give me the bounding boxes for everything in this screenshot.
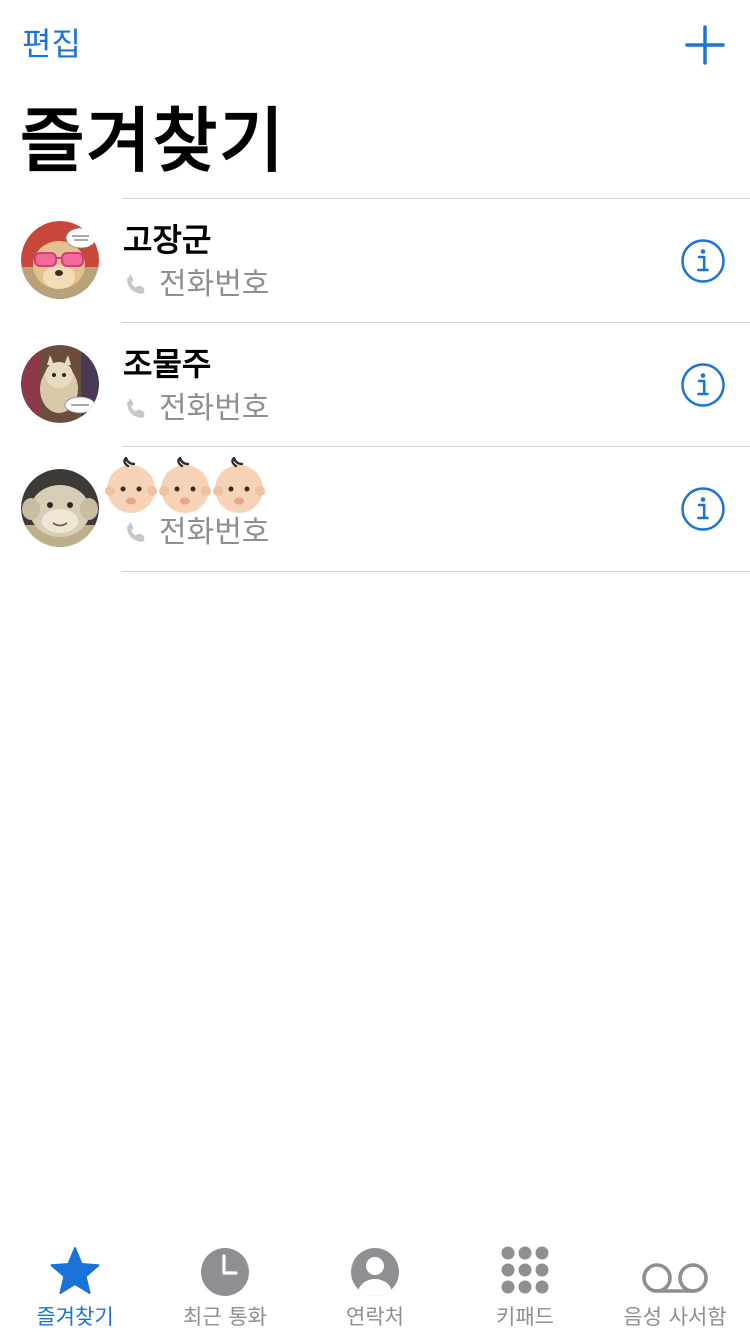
- person-circle-icon: [351, 1248, 399, 1296]
- favorite-row[interactable]: 조물주 전화번호: [0, 323, 750, 447]
- contact-name: 고장군: [123, 221, 212, 259]
- contact-subtitle-label: 전화번호: [159, 267, 270, 302]
- contact-subtitle-label: 전화번호: [159, 515, 270, 550]
- tab-recents[interactable]: 최근 통화: [150, 1236, 300, 1334]
- phone-icon: [127, 398, 145, 418]
- list-divider: [122, 571, 750, 572]
- avatar: [21, 345, 99, 423]
- contact-subtitle: 전화번호: [123, 265, 269, 305]
- contact-subtitle: 전화번호: [123, 389, 269, 429]
- phone-icon: [127, 274, 145, 294]
- keypad-icon: [501, 1246, 549, 1294]
- contact-subtitle: 전화번호: [123, 513, 269, 553]
- clock-icon: [201, 1248, 249, 1296]
- favorite-row[interactable]: 전화번호: [0, 447, 750, 571]
- avatar: [21, 469, 99, 547]
- tab-contacts[interactable]: 연락처: [300, 1236, 450, 1334]
- contact-subtitle-label: 전화번호: [159, 391, 270, 426]
- tab-favorites[interactable]: 즐겨찾기: [0, 1236, 150, 1334]
- avatar: [21, 221, 99, 299]
- contact-name: [104, 457, 266, 517]
- info-icon: [681, 487, 725, 531]
- tab-label: 즐겨찾기: [36, 1305, 114, 1329]
- page-title: 즐겨찾기: [20, 100, 286, 182]
- phone-icon: [127, 522, 145, 542]
- tab-keypad[interactable]: 키패드: [450, 1236, 600, 1334]
- plus-icon: [685, 25, 725, 65]
- favorites-screen: 편집 즐겨찾기 고장군 전화번호 조물주 전화번호 전화번호 즐겨찾기 최근 통…: [0, 0, 750, 1334]
- tab-voicemail[interactable]: 음성 사서함: [600, 1236, 750, 1334]
- tab-label: 연락처: [346, 1305, 404, 1329]
- star-icon: [50, 1247, 100, 1294]
- contact-name: 조물주: [123, 345, 212, 383]
- tab-label: 키패드: [496, 1305, 554, 1329]
- favorite-row[interactable]: 고장군 전화번호: [0, 199, 750, 323]
- tab-label: 최근 통화: [183, 1305, 267, 1329]
- voicemail-icon: [642, 1263, 708, 1293]
- add-favorite-button[interactable]: [680, 20, 730, 70]
- info-button[interactable]: [680, 362, 726, 408]
- edit-button[interactable]: 편집: [22, 22, 81, 66]
- baby-emoji-icon: [105, 457, 265, 513]
- tab-label: 음성 사서함: [623, 1305, 727, 1329]
- info-button[interactable]: [680, 486, 726, 532]
- tab-bar: 즐겨찾기 최근 통화 연락처 키패드 음성 사서함: [0, 1236, 750, 1334]
- info-icon: [681, 239, 725, 283]
- info-button[interactable]: [680, 238, 726, 284]
- info-icon: [681, 363, 725, 407]
